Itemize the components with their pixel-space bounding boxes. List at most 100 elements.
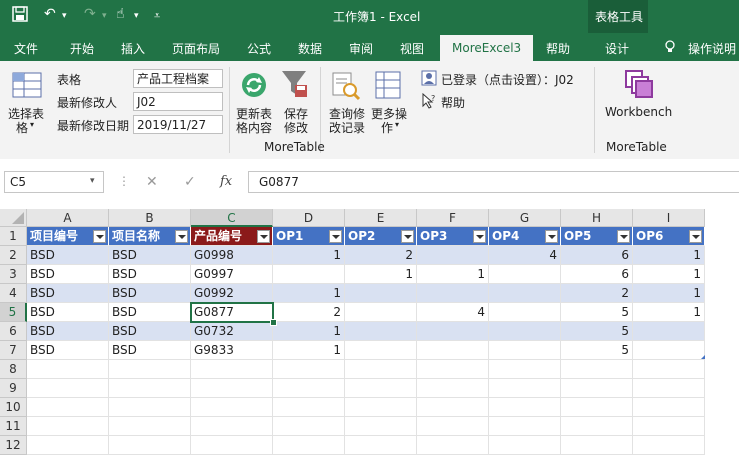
table-header-cell[interactable]: OP4 (489, 227, 561, 246)
tab-formulas[interactable]: 公式 (247, 40, 271, 57)
table-cell[interactable] (489, 284, 561, 303)
table-cell[interactable]: 2 (561, 284, 633, 303)
row-header-5[interactable]: 5 (0, 303, 27, 322)
grid-cell[interactable] (109, 417, 191, 436)
grid-cell[interactable] (27, 379, 109, 398)
grid-cell[interactable] (489, 360, 561, 379)
grid-cell[interactable] (417, 398, 489, 417)
login-status[interactable]: 已登录（点击设置）：J02 (441, 71, 574, 88)
table-header-cell[interactable]: 产品编号 (191, 227, 273, 246)
table-header-cell[interactable]: OP1 (273, 227, 345, 246)
filter-dropdown-icon[interactable] (401, 230, 414, 243)
grid-cell[interactable] (27, 398, 109, 417)
table-cell[interactable] (417, 284, 489, 303)
table-cell[interactable] (489, 322, 561, 341)
cancel-entry-icon[interactable]: ✕ (146, 174, 158, 190)
more-actions-dropdown-icon[interactable]: ▾ (395, 120, 399, 129)
help-cursor-icon[interactable]: ? (421, 92, 437, 112)
grid-cell[interactable] (109, 360, 191, 379)
grid-cell[interactable] (273, 360, 345, 379)
table-header-cell[interactable]: OP5 (561, 227, 633, 246)
tab-insert[interactable]: 插入 (121, 40, 145, 57)
table-cell[interactable]: BSD (27, 284, 109, 303)
grid-cell[interactable] (191, 436, 273, 455)
table-cell[interactable]: BSD (109, 284, 191, 303)
grid-cell[interactable] (345, 417, 417, 436)
save-changes-line2[interactable]: 修改 (284, 119, 308, 136)
table-cell[interactable]: 4 (489, 246, 561, 265)
column-header-f[interactable]: F (417, 209, 489, 227)
table-cell[interactable]: G9833 (191, 341, 273, 360)
tab-moreexcel3[interactable]: MoreExcel3 (440, 35, 534, 61)
grid-cell[interactable] (345, 360, 417, 379)
filter-dropdown-icon[interactable] (545, 230, 558, 243)
formula-input[interactable]: G0877 (248, 171, 739, 193)
table-cell[interactable] (345, 284, 417, 303)
column-header-i[interactable]: I (633, 209, 705, 227)
grid-cell[interactable] (633, 436, 705, 455)
grid-cell[interactable] (109, 379, 191, 398)
grid-cell[interactable] (561, 417, 633, 436)
row-header-8[interactable]: 8 (0, 360, 27, 379)
table-cell[interactable]: 2 (345, 246, 417, 265)
modifier-input[interactable]: J02 (133, 92, 223, 111)
grid-cell[interactable] (489, 417, 561, 436)
select-all-corner[interactable] (0, 209, 27, 227)
grid-cell[interactable] (561, 360, 633, 379)
confirm-entry-icon[interactable]: ✓ (184, 174, 196, 190)
tab-help[interactable]: 帮助 (546, 40, 570, 57)
row-header-1[interactable]: 1 (0, 227, 27, 246)
column-header-h[interactable]: H (561, 209, 633, 227)
grid-cell[interactable] (109, 436, 191, 455)
row-header-4[interactable]: 4 (0, 284, 27, 303)
table-name-input[interactable]: 产品工程档案 (133, 69, 223, 88)
row-header-2[interactable]: 2 (0, 246, 27, 265)
table-header-cell[interactable]: OP6 (633, 227, 705, 246)
login-icon[interactable] (421, 70, 437, 89)
select-table-dropdown-icon[interactable]: ▾ (30, 120, 34, 129)
grid-cell[interactable] (273, 379, 345, 398)
table-cell[interactable] (633, 322, 705, 341)
row-header-3[interactable]: 3 (0, 265, 27, 284)
table-cell[interactable]: 2 (273, 303, 345, 322)
table-cell[interactable] (489, 341, 561, 360)
grid-cell[interactable] (191, 360, 273, 379)
workbench-icon[interactable] (624, 69, 654, 102)
table-cell[interactable]: 1 (273, 246, 345, 265)
touch-dropdown-icon[interactable]: ▾ (134, 11, 139, 21)
grid-cell[interactable] (273, 398, 345, 417)
grid-cell[interactable] (273, 436, 345, 455)
grid-cell[interactable] (561, 436, 633, 455)
grid-cell[interactable] (633, 379, 705, 398)
table-cell[interactable]: 1 (273, 284, 345, 303)
grid-cell[interactable] (27, 360, 109, 379)
workbench-button[interactable]: Workbench (605, 105, 672, 119)
table-cell[interactable] (345, 322, 417, 341)
save-icon[interactable] (12, 6, 28, 26)
table-cell[interactable]: BSD (27, 341, 109, 360)
fill-handle[interactable] (270, 319, 277, 326)
row-header-6[interactable]: 6 (0, 322, 27, 341)
row-header-7[interactable]: 7 (0, 341, 27, 360)
more-actions-icon[interactable] (375, 71, 401, 102)
grid-cell[interactable] (417, 436, 489, 455)
table-cell[interactable]: BSD (27, 322, 109, 341)
select-table-line2[interactable]: 格 (16, 119, 28, 136)
table-cell[interactable]: BSD (109, 341, 191, 360)
grid-cell[interactable] (489, 436, 561, 455)
table-cell[interactable]: G0992 (191, 284, 273, 303)
tab-file[interactable]: 文件 (14, 40, 38, 57)
table-cell[interactable]: BSD (27, 265, 109, 284)
table-cell[interactable]: BSD (109, 322, 191, 341)
grid-cell[interactable] (417, 360, 489, 379)
table-header-cell[interactable]: 项目名称 (109, 227, 191, 246)
table-cell[interactable]: G0732 (191, 322, 273, 341)
name-box[interactable]: C5 (4, 171, 104, 193)
row-header-9[interactable]: 9 (0, 379, 27, 398)
query-log-line2[interactable]: 改记录 (329, 119, 365, 136)
grid-cell[interactable] (489, 398, 561, 417)
filter-dropdown-icon[interactable] (329, 230, 342, 243)
table-header-cell[interactable]: OP3 (417, 227, 489, 246)
tab-view[interactable]: 视图 (400, 40, 424, 57)
grid-cell[interactable] (345, 398, 417, 417)
